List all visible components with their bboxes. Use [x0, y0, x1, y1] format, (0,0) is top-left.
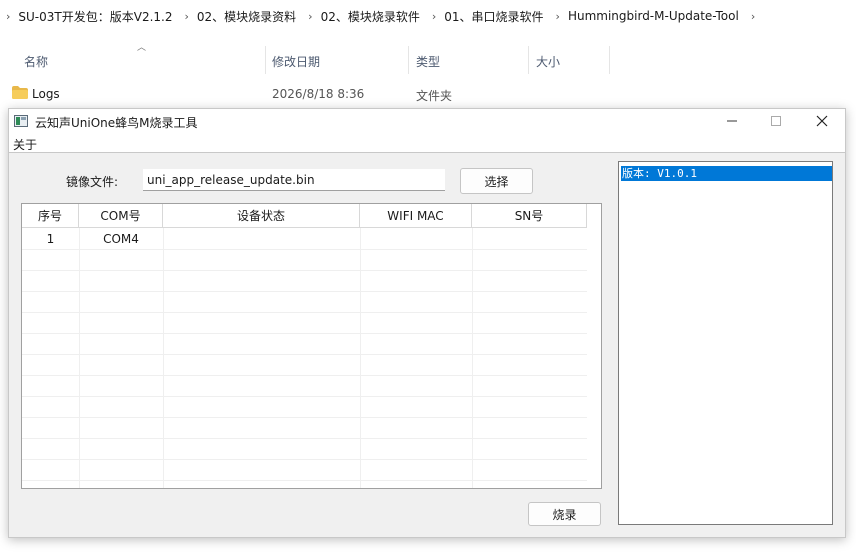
- cell-com[interactable]: COM4: [79, 232, 163, 246]
- folder-icon: [12, 86, 28, 99]
- grid-line: [360, 228, 361, 488]
- app-window: 云知声UniOne蜂鸟M烧录工具 关于 镜像文件: 选择 序号 COM号 设备状…: [8, 108, 846, 538]
- breadcrumb-item[interactable]: 02、模块烧录资料: [197, 8, 296, 25]
- column-header-sn[interactable]: SN号: [472, 204, 587, 228]
- grid-line: [472, 228, 473, 488]
- grid-line: [79, 228, 80, 488]
- column-divider[interactable]: [408, 46, 409, 74]
- chevron-right-icon[interactable]: ›: [556, 10, 560, 23]
- column-header-status[interactable]: 设备状态: [163, 204, 360, 228]
- minimize-button[interactable]: [709, 109, 755, 133]
- minimize-icon: [727, 120, 737, 122]
- vertical-scrollbar[interactable]: [587, 204, 601, 488]
- grid-line: [22, 354, 587, 355]
- file-row[interactable]: Logs 2026/8/18 8:36 文件夹: [0, 82, 856, 106]
- chevron-right-icon[interactable]: ›: [6, 10, 10, 23]
- grid-line: [22, 270, 587, 271]
- grid-line: [22, 291, 587, 292]
- version-list-item[interactable]: 版本: V1.0.1: [621, 166, 832, 181]
- column-divider[interactable]: [528, 46, 529, 74]
- menu-item-about[interactable]: 关于: [13, 136, 37, 153]
- grid-line: [22, 459, 587, 460]
- grid-line: [22, 312, 587, 313]
- device-table: 序号 COM号 设备状态 WIFI MAC SN号 1 COM4: [21, 203, 602, 489]
- maximize-icon: [771, 116, 781, 126]
- column-header-com[interactable]: COM号: [79, 204, 163, 228]
- table-header: 序号 COM号 设备状态 WIFI MAC SN号: [22, 204, 601, 228]
- column-header-modified[interactable]: 修改日期: [272, 53, 320, 70]
- column-header-size[interactable]: 大小: [536, 53, 560, 70]
- app-icon: [14, 115, 28, 127]
- column-divider[interactable]: [609, 46, 610, 74]
- column-header-index[interactable]: 序号: [22, 204, 79, 228]
- grid-line: [22, 417, 587, 418]
- cell-index[interactable]: 1: [22, 232, 79, 246]
- version-list[interactable]: 版本: V1.0.1: [618, 161, 833, 525]
- grid-line: [22, 375, 587, 376]
- image-file-label: 镜像文件:: [66, 175, 119, 189]
- choose-button[interactable]: 选择: [460, 168, 533, 194]
- chevron-right-icon[interactable]: ›: [308, 10, 312, 23]
- window-title: 云知声UniOne蜂鸟M烧录工具: [35, 116, 198, 130]
- breadcrumb-item[interactable]: Hummingbird-M-Update-Tool: [568, 9, 739, 23]
- image-file-input[interactable]: [143, 169, 445, 191]
- explorer-column-headers: 名称 修改日期 类型 大小: [0, 44, 856, 76]
- file-type: 文件夹: [416, 89, 453, 103]
- column-header-type[interactable]: 类型: [416, 53, 440, 70]
- file-name[interactable]: Logs: [32, 87, 60, 101]
- breadcrumb-item[interactable]: 02、模块烧录软件: [321, 8, 420, 25]
- maximize-button[interactable]: [753, 109, 799, 133]
- menu-bar: 关于: [9, 133, 845, 153]
- grid-line: [22, 480, 587, 481]
- column-divider[interactable]: [265, 46, 266, 74]
- chevron-right-icon[interactable]: ›: [184, 10, 188, 23]
- grid-line: [22, 333, 587, 334]
- close-button[interactable]: [799, 109, 845, 133]
- column-header-name[interactable]: 名称: [24, 53, 48, 70]
- breadcrumb: › SU-03T开发包：版本V2.1.2 › 02、模块烧录资料 › 02、模块…: [0, 0, 856, 32]
- title-bar[interactable]: 云知声UniOne蜂鸟M烧录工具: [9, 109, 845, 133]
- grid-line: [22, 396, 587, 397]
- burn-button[interactable]: 烧录: [528, 502, 601, 526]
- close-icon: [816, 115, 828, 127]
- chevron-right-icon[interactable]: ›: [432, 10, 436, 23]
- file-modified: 2026/8/18 8:36: [272, 87, 365, 101]
- breadcrumb-item[interactable]: SU-03T开发包：版本V2.1.2: [18, 8, 172, 25]
- grid-line: [163, 228, 164, 488]
- grid-line: [22, 438, 587, 439]
- chevron-right-icon[interactable]: ›: [751, 10, 755, 23]
- column-header-wifi-mac[interactable]: WIFI MAC: [360, 204, 472, 228]
- grid-line: [22, 249, 587, 250]
- breadcrumb-item[interactable]: 01、串口烧录软件: [444, 8, 543, 25]
